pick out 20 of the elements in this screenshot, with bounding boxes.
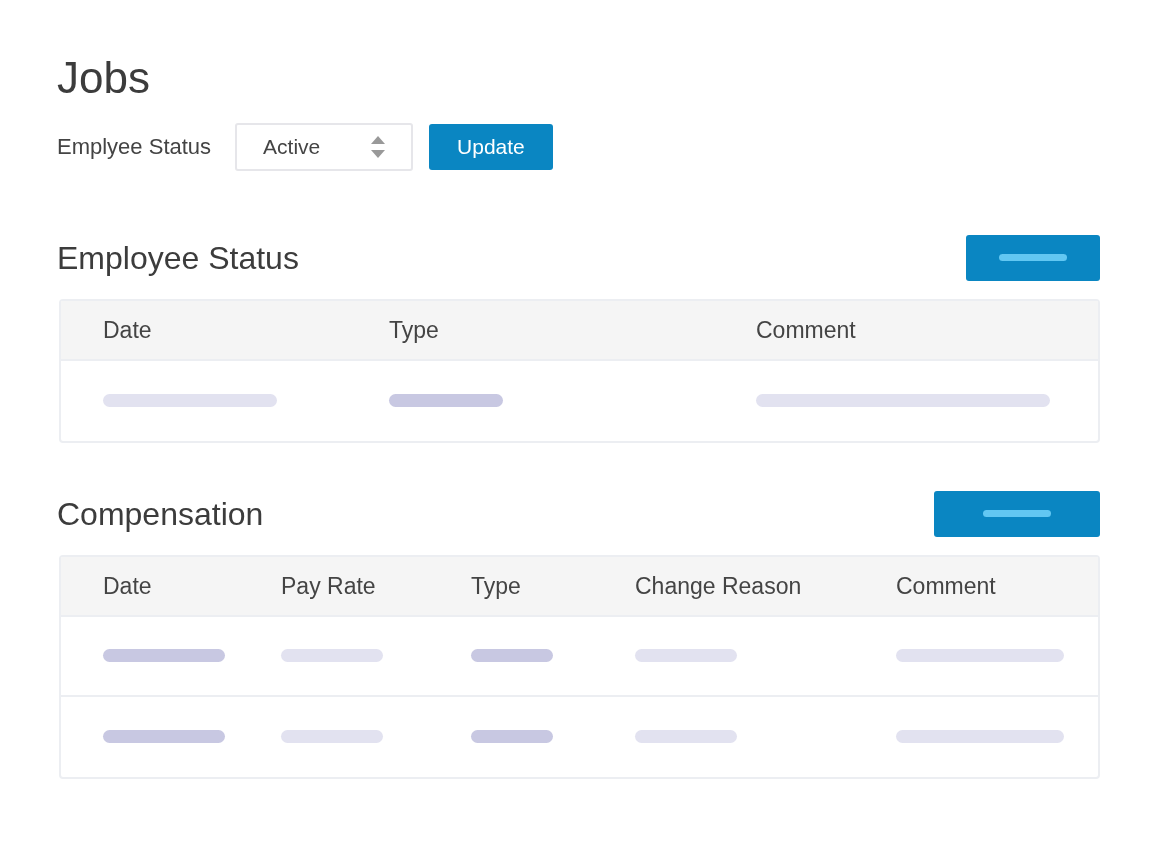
dash-icon — [983, 510, 1051, 518]
column-header: Date — [103, 571, 153, 601]
sort-arrows-icon — [371, 135, 386, 158]
dash-icon — [999, 254, 1067, 262]
add-button[interactable] — [934, 490, 1100, 537]
update-button[interactable]: Update — [429, 123, 553, 170]
column-header: Type — [389, 315, 440, 345]
add-button[interactable] — [966, 234, 1100, 281]
select-value: Active — [263, 134, 321, 161]
column-header: Change Reason — [635, 571, 803, 601]
column-header: Type — [471, 571, 522, 601]
column-header: Comment — [896, 571, 997, 601]
section-title: Compensation — [57, 494, 264, 533]
filter-label: Emplyee Status — [57, 133, 212, 162]
section-title: Employee Status — [57, 238, 299, 277]
column-header: Comment — [756, 315, 857, 345]
column-header: Pay Rate — [281, 571, 377, 601]
column-header: Date — [103, 315, 153, 345]
page-title: Jobs — [57, 52, 151, 104]
status-select[interactable]: Active — [235, 122, 414, 171]
